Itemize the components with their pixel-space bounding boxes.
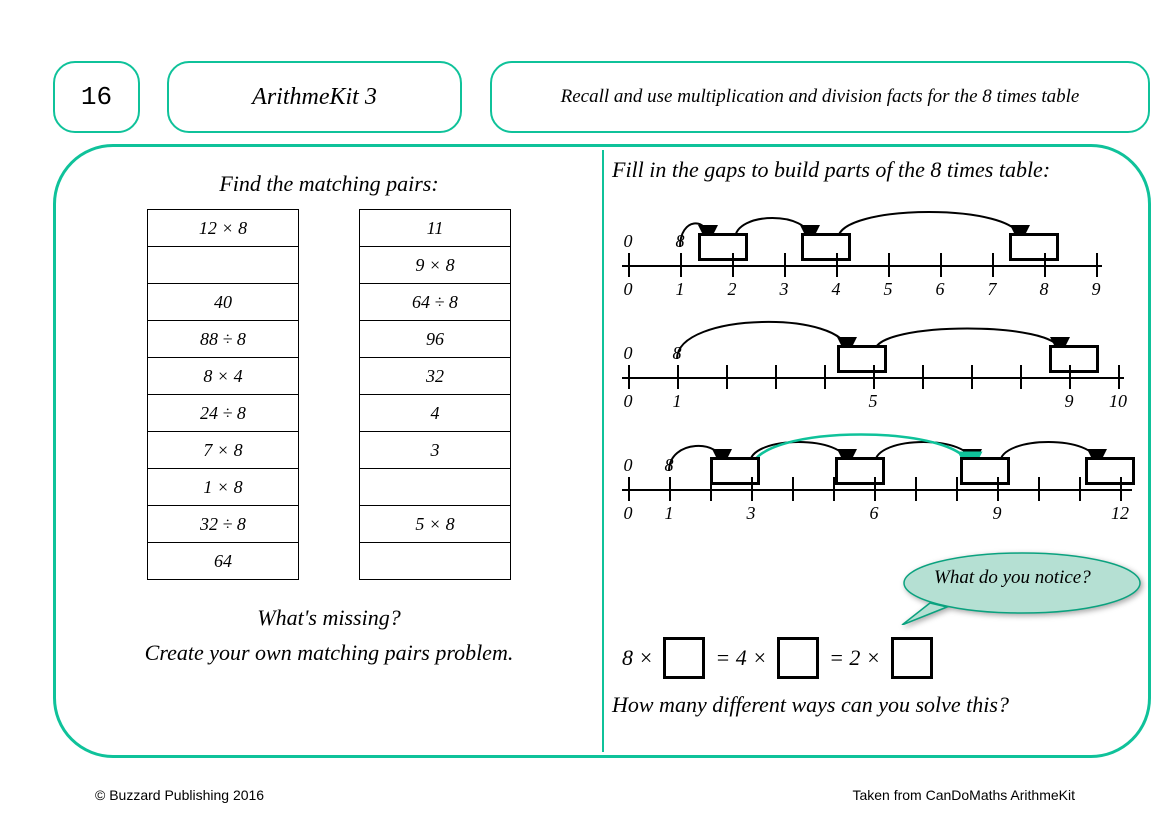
nl1-b4: 4: [832, 279, 841, 300]
nl1-b3: 3: [780, 279, 789, 300]
cell: 64: [148, 543, 298, 579]
cell: 3: [360, 432, 510, 469]
nl2-top-1: 8: [673, 343, 682, 364]
nl1-b9: 9: [1092, 279, 1101, 300]
nl3-blank-4[interactable]: [1085, 457, 1135, 485]
cell: 7 × 8: [148, 432, 298, 469]
nl2-b10: 10: [1109, 391, 1127, 412]
nl1-b0: 0: [624, 279, 633, 300]
cell: [360, 469, 510, 506]
right-pane: Fill in the gaps to build parts of the 8…: [602, 147, 1148, 755]
cell: 1 × 8: [148, 469, 298, 506]
nl1-top-0: 0: [624, 231, 633, 252]
eq-b: = 4 ×: [715, 645, 767, 671]
nl1-b6: 6: [936, 279, 945, 300]
left-q2: Create your own matching pairs problem.: [56, 635, 602, 670]
nl3-blank-2[interactable]: [835, 457, 885, 485]
cell: 32 ÷ 8: [148, 506, 298, 543]
match-col-a: 12 × 8 40 88 ÷ 8 8 × 4 24 ÷ 8 7 × 8 1 × …: [147, 209, 299, 580]
bubble-text: What do you notice?: [934, 567, 1091, 589]
matching-tables: 12 × 8 40 88 ÷ 8 8 × 4 24 ÷ 8 7 × 8 1 × …: [56, 209, 602, 580]
cell: 12 × 8: [148, 210, 298, 247]
cell: 8 × 4: [148, 358, 298, 395]
nl3-b6: 6: [870, 503, 879, 524]
numberline-3: 0 8 0 1: [622, 429, 1132, 539]
cell: 5 × 8: [360, 506, 510, 543]
nl3-blank-3[interactable]: [960, 457, 1010, 485]
nl2-b1: 1: [673, 391, 682, 412]
nl3-b12: 12: [1111, 503, 1129, 524]
nl1-top-1: 8: [676, 231, 685, 252]
nl1-blank-2[interactable]: [801, 233, 851, 261]
match-col-b: 11 9 × 8 64 ÷ 8 96 32 4 3 5 × 8: [359, 209, 511, 580]
nl1-b5: 5: [884, 279, 893, 300]
nl2-blank-2[interactable]: [1049, 345, 1099, 373]
cell: 32: [360, 358, 510, 395]
cell: 40: [148, 284, 298, 321]
kit-title: ArithmeKit 3: [167, 61, 462, 133]
equation: 8 × = 4 × = 2 ×: [622, 637, 933, 679]
eq-a: 8 ×: [622, 645, 653, 671]
cell: 4: [360, 395, 510, 432]
nl1-blank-1[interactable]: [698, 233, 748, 261]
eq-c: = 2 ×: [829, 645, 881, 671]
cell: 9 × 8: [360, 247, 510, 284]
footer: © Buzzard Publishing 2016 Taken from Can…: [95, 787, 1075, 803]
learning-objective: Recall and use multiplication and divisi…: [490, 61, 1150, 133]
nl3-b0: 0: [624, 503, 633, 524]
nl2-b5: 5: [869, 391, 878, 412]
cell: 64 ÷ 8: [360, 284, 510, 321]
nl2-b9: 9: [1065, 391, 1074, 412]
cell: 11: [360, 210, 510, 247]
worksheet-body: Find the matching pairs: 12 × 8 40 88 ÷ …: [53, 144, 1151, 758]
cell: 88 ÷ 8: [148, 321, 298, 358]
left-title: Find the matching pairs:: [56, 171, 602, 197]
nl2-top-0: 0: [624, 343, 633, 364]
nl1-b2: 2: [728, 279, 737, 300]
nl3-top-1: 8: [665, 455, 674, 476]
nl3-b9: 9: [993, 503, 1002, 524]
nl3-top-0: 0: [624, 455, 633, 476]
nl1-b8: 8: [1040, 279, 1049, 300]
eq-blank-1[interactable]: [663, 637, 705, 679]
numberline-2: 0 8 0 1 5 9 10: [622, 317, 1124, 417]
cell: 96: [360, 321, 510, 358]
numberline-1: 0 8 0 1 2 3 4 5: [622, 205, 1102, 305]
right-title: Fill in the gaps to build parts of the 8…: [612, 157, 1050, 183]
nl2-b0: 0: [624, 391, 633, 412]
footer-left: © Buzzard Publishing 2016: [95, 787, 264, 803]
cell: 24 ÷ 8: [148, 395, 298, 432]
eq-blank-3[interactable]: [891, 637, 933, 679]
right-question: How many different ways can you solve th…: [612, 692, 1009, 718]
nl1-blank-3[interactable]: [1009, 233, 1059, 261]
left-questions: What's missing? Create your own matching…: [56, 600, 602, 670]
nl3-b3: 3: [747, 503, 756, 524]
nl1-b7: 7: [988, 279, 997, 300]
unit-number: 16: [53, 61, 140, 133]
nl3-b1: 1: [665, 503, 674, 524]
left-pane: Find the matching pairs: 12 × 8 40 88 ÷ …: [56, 147, 602, 755]
eq-blank-2[interactable]: [777, 637, 819, 679]
nl2-blank-1[interactable]: [837, 345, 887, 373]
cell: [360, 543, 510, 579]
nl1-b1: 1: [676, 279, 685, 300]
footer-right: Taken from CanDoMaths ArithmeKit: [852, 787, 1075, 803]
cell: [148, 247, 298, 284]
left-q1: What's missing?: [56, 600, 602, 635]
